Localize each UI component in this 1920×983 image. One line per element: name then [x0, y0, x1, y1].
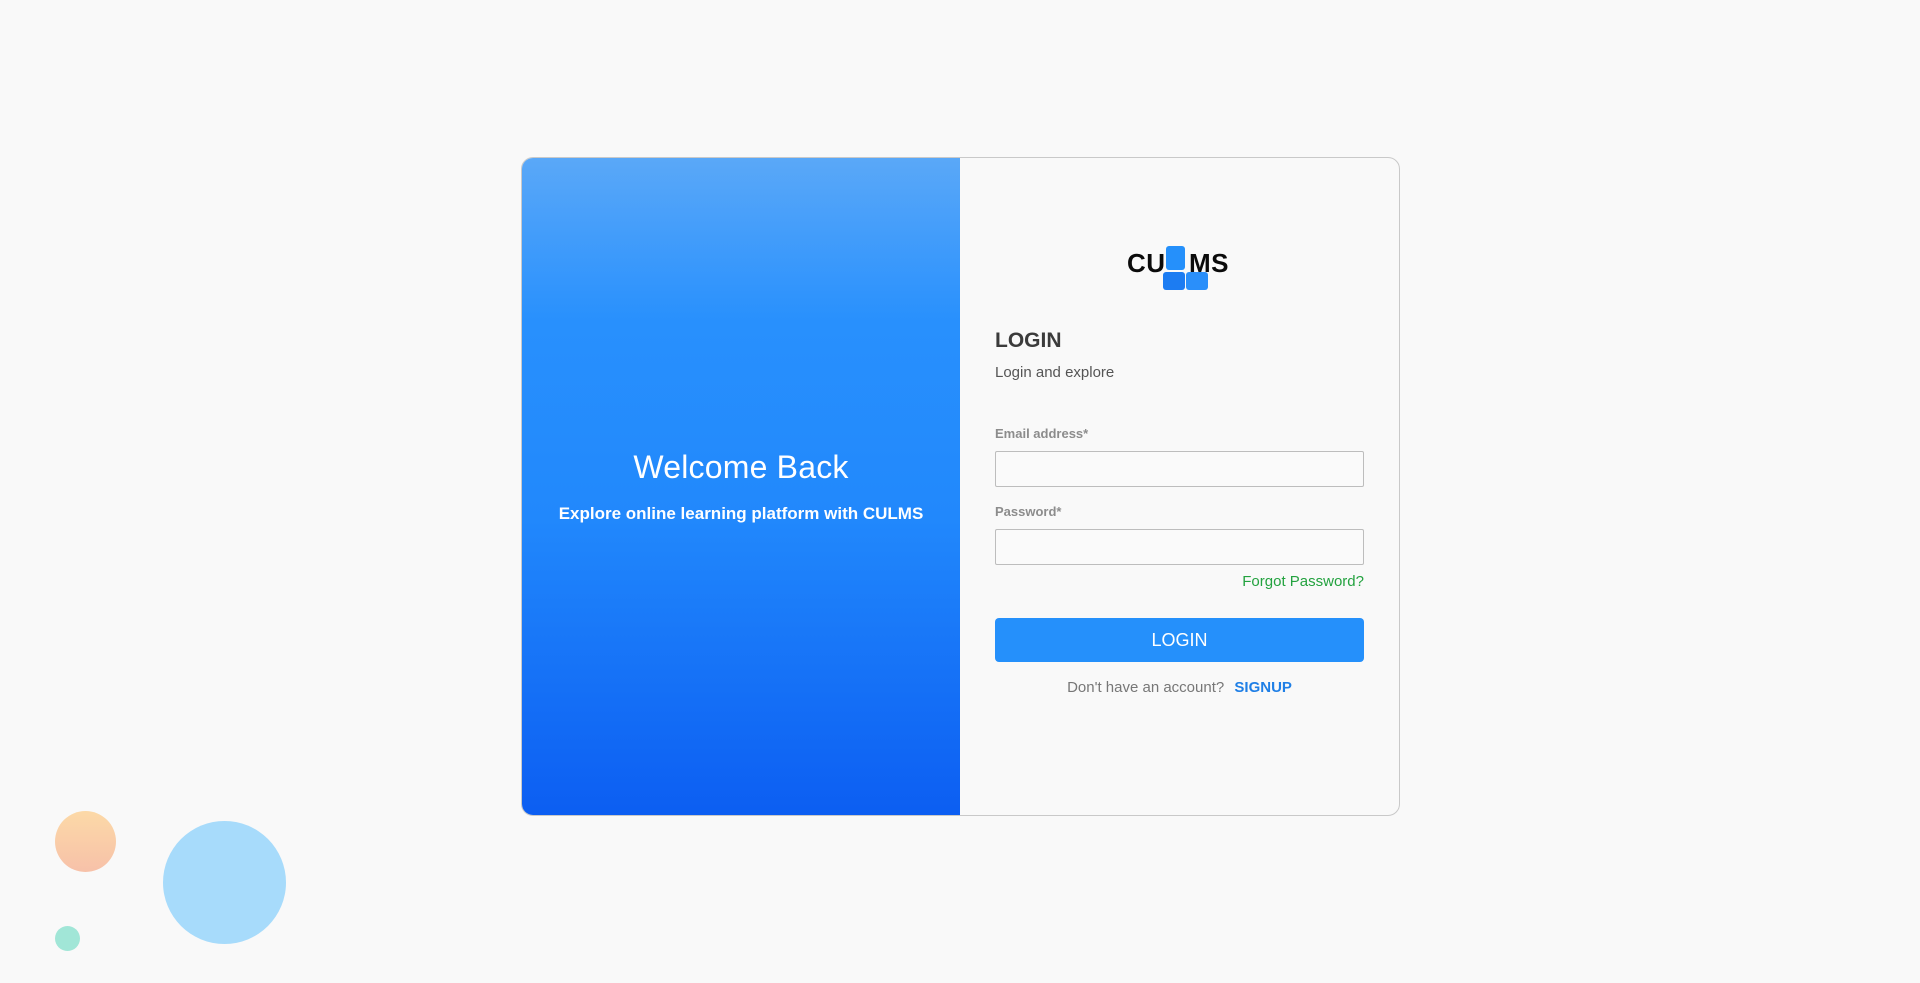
- welcome-title: Welcome Back: [633, 449, 849, 485]
- signup-prompt: Don't have an account?: [1067, 679, 1225, 696]
- decorative-bubble-blue: [163, 821, 286, 944]
- login-page: Welcome Back Explore online learning pla…: [0, 0, 1920, 983]
- logo-text-right: MS: [1189, 248, 1229, 278]
- logo-text-left: CU: [1127, 248, 1166, 278]
- decorative-bubble-orange: [55, 811, 116, 872]
- password-field[interactable]: [995, 529, 1364, 565]
- signup-row: Don't have an account? SIGNUP: [995, 679, 1364, 696]
- email-field[interactable]: [995, 451, 1364, 487]
- signup-link[interactable]: SIGNUP: [1234, 679, 1292, 696]
- welcome-panel: Welcome Back Explore online learning pla…: [522, 158, 960, 815]
- decorative-bubble-teal: [55, 926, 80, 951]
- culms-logo: CU MS: [1127, 244, 1231, 292]
- password-label: Password*: [995, 504, 1062, 519]
- login-button[interactable]: LOGIN: [995, 618, 1364, 662]
- logo-block-top: [1166, 246, 1185, 270]
- welcome-subtitle: Explore online learning platform with CU…: [558, 504, 924, 523]
- login-heading: LOGIN: [995, 329, 1062, 352]
- login-form-panel: CU MS LOGIN Login and explore Email addr…: [960, 158, 1399, 815]
- forgot-password-link[interactable]: Forgot Password?: [1242, 573, 1364, 590]
- login-card: Welcome Back Explore online learning pla…: [521, 157, 1400, 816]
- login-subheading: Login and explore: [995, 364, 1115, 381]
- logo-block-bottom-left: [1163, 272, 1185, 290]
- email-label: Email address*: [995, 426, 1089, 441]
